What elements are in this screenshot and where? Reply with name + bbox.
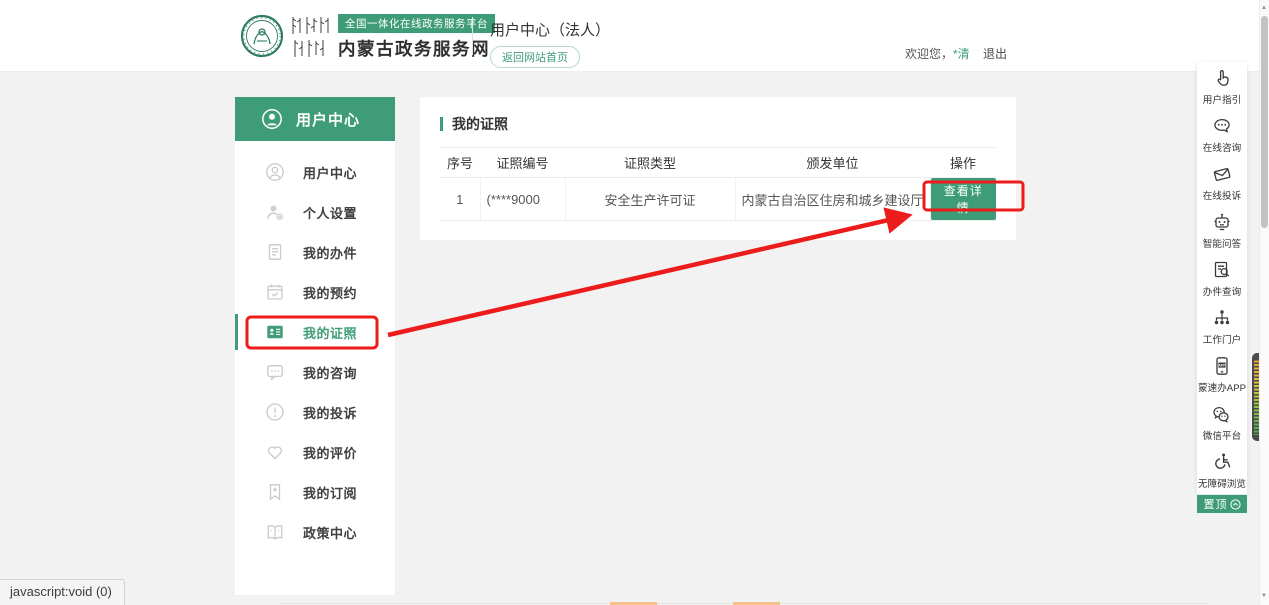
sidebar-header-label: 用户中心 xyxy=(296,109,360,130)
toolbar-item-label: 工作门户 xyxy=(1203,331,1241,345)
chat-bubble-icon xyxy=(1211,115,1233,137)
sidebar-item-my-complaints[interactable]: 我的投诉 xyxy=(235,392,395,432)
sidebar-item-personal-settings[interactable]: 个人设置 xyxy=(235,192,395,232)
id-card-icon xyxy=(265,322,285,342)
toolbar-item-mengsuban-app[interactable]: APP 蒙速办APP xyxy=(1197,350,1247,398)
col-header-action: 操作 xyxy=(930,148,996,178)
toolbar-item-case-query[interactable]: 办件查询 xyxy=(1197,254,1247,302)
welcome-bar: 欢迎您，*清 退出 xyxy=(905,45,1007,62)
doc-search-icon xyxy=(1211,259,1233,281)
sidebar-item-my-applications[interactable]: 我的办件 xyxy=(235,232,395,272)
sidebar-item-label: 我的证照 xyxy=(303,323,357,342)
sidebar: 用户中心 用户中心 个人设置 我的办件 我的预约 xyxy=(235,97,395,595)
user-icon xyxy=(265,162,285,182)
toolbar-item-label: 在线咨询 xyxy=(1203,139,1241,153)
sidebar-item-my-appointments[interactable]: 我的预约 xyxy=(235,272,395,312)
toolbar-item-online-consult[interactable]: 在线咨询 xyxy=(1197,110,1247,158)
sidebar-item-label: 政策中心 xyxy=(303,523,357,542)
sidebar-item-my-consultations[interactable]: 我的咨询 xyxy=(235,352,395,392)
page-title: 用户中心（法人） xyxy=(490,19,610,40)
logout-link[interactable]: 退出 xyxy=(983,47,1007,61)
cell-issuer: 内蒙古自治区住房和城乡建设厅 xyxy=(735,178,930,221)
user-circle-icon xyxy=(261,108,283,130)
toolbar-item-accessibility[interactable]: 无障碍浏览 xyxy=(1197,446,1247,494)
welcome-text: 欢迎您， xyxy=(905,47,953,61)
back-home-button[interactable]: 返回网站首页 xyxy=(490,46,580,68)
view-details-button[interactable]: 查看详情 xyxy=(931,178,997,220)
back-to-top-label: 置顶 xyxy=(1204,496,1228,512)
chat-icon xyxy=(265,362,285,382)
heart-icon xyxy=(265,442,285,462)
site-logo: 全国一体化在线政务服务平台 内蒙古政务服务网 xyxy=(240,14,495,61)
sidebar-item-label: 我的办件 xyxy=(303,243,357,262)
circle-up-icon xyxy=(1230,499,1241,510)
toolbar-item-label: 在线投诉 xyxy=(1203,187,1241,201)
scroll-down-arrow[interactable]: ▼ xyxy=(1259,593,1269,599)
table-row: 1 (****9000 安全生产许可证 内蒙古自治区住房和城乡建设厅 查看详情 xyxy=(440,178,996,221)
sidebar-item-label: 我的订阅 xyxy=(303,483,357,502)
main-content-panel: 我的证照 序号 证照编号 证照类型 颁发单位 操作 1 (****9000 安全… xyxy=(420,97,1016,240)
username[interactable]: *清 xyxy=(953,47,970,61)
exclamation-icon xyxy=(265,402,285,422)
document-icon xyxy=(265,242,285,262)
calendar-icon xyxy=(265,282,285,302)
mongolian-script-text xyxy=(288,14,334,60)
open-book-icon xyxy=(265,522,285,542)
sidebar-item-label: 我的评价 xyxy=(303,443,357,462)
cell-cert-type: 安全生产许可证 xyxy=(565,178,735,221)
header-divider xyxy=(472,17,473,55)
link-preview-statusbar: javascript:void (0) xyxy=(0,579,125,605)
bookmark-icon xyxy=(265,482,285,502)
sidebar-item-user-center[interactable]: 用户中心 xyxy=(235,152,395,192)
toolbar-item-label: 用户指引 xyxy=(1203,91,1241,105)
sidebar-item-label: 我的咨询 xyxy=(303,363,357,382)
col-header-issuer: 颁发单位 xyxy=(735,148,930,178)
sitemap-icon xyxy=(1211,307,1233,329)
table-header-row: 序号 证照编号 证照类型 颁发单位 操作 xyxy=(440,148,996,178)
toolbar-item-label: 无障碍浏览 xyxy=(1198,475,1246,489)
hand-pointer-icon xyxy=(1211,67,1233,89)
phone-app-icon: APP xyxy=(1211,355,1233,377)
section-accent-bar xyxy=(440,117,443,131)
svg-text:APP: APP xyxy=(1218,363,1226,367)
sidebar-item-label: 我的投诉 xyxy=(303,403,357,422)
sidebar-item-my-subscriptions[interactable]: 我的订阅 xyxy=(235,472,395,512)
envelope-icon xyxy=(1211,163,1233,185)
emblem-logo-icon xyxy=(240,14,284,58)
sidebar-item-label: 我的预约 xyxy=(303,283,357,302)
col-header-cert-no: 证照编号 xyxy=(480,148,565,178)
wheelchair-icon xyxy=(1211,451,1233,473)
sidebar-item-label: 个人设置 xyxy=(303,203,357,222)
toolbar-item-user-guide[interactable]: 用户指引 xyxy=(1197,62,1247,110)
section-title: 我的证照 xyxy=(452,114,508,134)
certificates-table: 序号 证照编号 证照类型 颁发单位 操作 1 (****9000 安全生产许可证… xyxy=(440,147,996,221)
robot-icon xyxy=(1211,211,1233,233)
scrollbar-thumb[interactable] xyxy=(1261,16,1268,228)
toolbar-item-online-complaint[interactable]: 在线投诉 xyxy=(1197,158,1247,206)
toolbar-item-label: 蒙速办APP xyxy=(1198,379,1246,393)
toolbar-item-label: 微信平台 xyxy=(1203,427,1241,441)
sidebar-item-policy-center[interactable]: 政策中心 xyxy=(235,512,395,552)
sidebar-item-label: 用户中心 xyxy=(303,163,357,182)
back-to-top-button[interactable]: 置顶 xyxy=(1197,495,1247,513)
sidebar-menu: 用户中心 个人设置 我的办件 我的预约 xyxy=(235,152,395,552)
sidebar-header: 用户中心 xyxy=(235,97,395,141)
toolbar-item-work-portal[interactable]: 工作门户 xyxy=(1197,302,1247,350)
cell-cert-no: (****9000 xyxy=(480,178,565,221)
user-gear-icon xyxy=(265,202,285,222)
wechat-icon xyxy=(1211,403,1233,425)
toolbar-item-label: 办件查询 xyxy=(1203,283,1241,297)
toolbar-item-wechat[interactable]: 微信平台 xyxy=(1197,398,1247,446)
annotation-overlay xyxy=(0,0,1269,605)
page-header: 全国一体化在线政务服务平台 内蒙古政务服务网 用户中心（法人） 返回网站首页 欢… xyxy=(0,0,1259,72)
toolbar-item-label: 智能问答 xyxy=(1203,235,1241,249)
right-toolbar: 用户指引 在线咨询 在线投诉 智能问答 办件查询 工作门 xyxy=(1197,62,1247,494)
sidebar-item-my-certificates[interactable]: 我的证照 xyxy=(235,312,395,352)
cell-no: 1 xyxy=(440,178,480,221)
sidebar-item-my-evaluations[interactable]: 我的评价 xyxy=(235,432,395,472)
col-header-no: 序号 xyxy=(440,148,480,178)
col-header-cert-type: 证照类型 xyxy=(565,148,735,178)
toolbar-item-smart-qa[interactable]: 智能问答 xyxy=(1197,206,1247,254)
scroll-up-arrow[interactable]: ▲ xyxy=(1259,5,1269,11)
